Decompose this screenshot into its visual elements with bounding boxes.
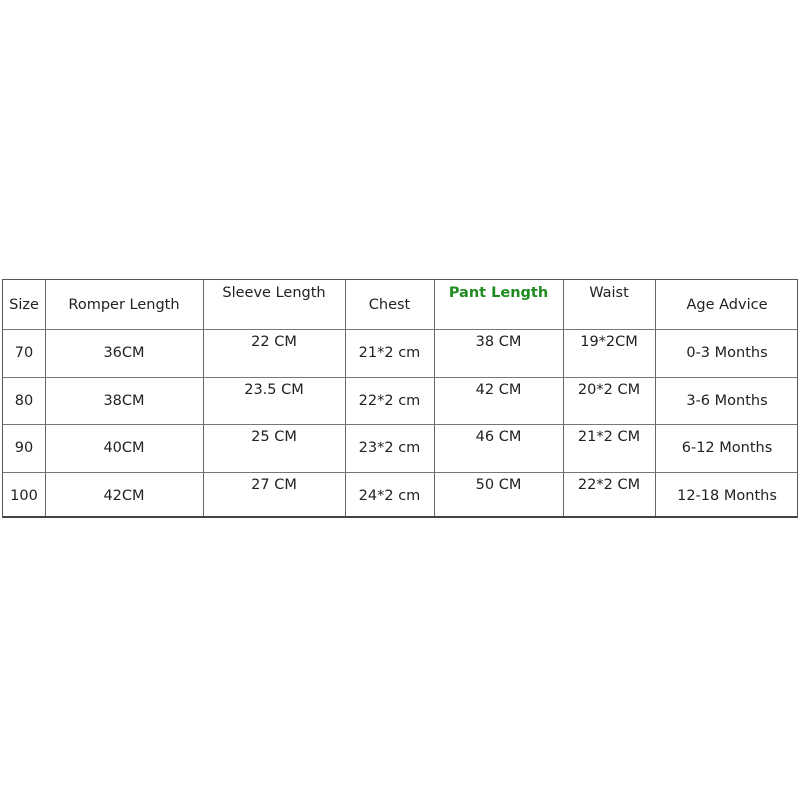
cell-waist: 22*2 CM [577, 477, 641, 493]
column-divider [563, 280, 564, 516]
cell-pant-length: 50 CM [475, 477, 522, 493]
header-size: Size [9, 296, 39, 313]
column-divider [45, 280, 46, 516]
row-divider [3, 472, 797, 473]
column-divider [655, 280, 656, 516]
cell-size: 100 [10, 487, 38, 504]
cell-size: 90 [14, 440, 34, 456]
header-romper-length: Romper Length [68, 296, 180, 313]
cell-sleeve-length: 27 CM [251, 477, 297, 493]
row-divider [3, 424, 797, 425]
cell-chest: 23*2 cm [358, 440, 421, 456]
cell-sleeve-length: 22 CM [251, 334, 297, 350]
cell-pant-length: 42 CM [475, 382, 522, 398]
column-divider [434, 280, 435, 516]
cell-size: 80 [14, 392, 34, 409]
size-chart-table: Size Romper Length Sleeve Length Chest Pant … [2, 279, 798, 518]
cell-waist: 20*2 CM [577, 382, 641, 398]
column-divider [203, 280, 204, 516]
cell-age-advice: 0-3 Months [686, 345, 768, 361]
cell-age-advice: 3-6 Months [686, 392, 768, 409]
cell-waist: 21*2 CM [577, 429, 641, 445]
cell-sleeve-length: 25 CM [251, 429, 297, 445]
cell-pant-length: 46 CM [475, 429, 522, 445]
cell-romper-length: 36CM [103, 345, 145, 361]
cell-age-advice: 6-12 Months [681, 440, 773, 456]
cell-romper-length: 38CM [103, 392, 145, 409]
cell-chest: 24*2 cm [358, 487, 421, 504]
cell-sleeve-length: 23.5 CM [244, 382, 304, 398]
header-waist: Waist [589, 285, 629, 301]
cell-waist: 19*2CM [580, 334, 638, 350]
column-divider [345, 280, 346, 516]
cell-pant-length: 38 CM [475, 334, 522, 350]
header-chest: Chest [368, 296, 411, 313]
header-sleeve-length: Sleeve Length [222, 285, 326, 301]
row-divider [3, 329, 797, 330]
cell-age-advice: 12-18 Months [677, 487, 777, 504]
header-age-advice: Age Advice [686, 296, 768, 313]
header-pant-length: Pant Length [448, 285, 549, 301]
cell-romper-length: 40CM [103, 440, 145, 456]
row-divider [3, 377, 797, 378]
cell-romper-length: 42CM [103, 487, 145, 504]
cell-size: 70 [14, 345, 34, 361]
cell-chest: 21*2 cm [358, 345, 421, 361]
cell-chest: 22*2 cm [358, 392, 421, 409]
